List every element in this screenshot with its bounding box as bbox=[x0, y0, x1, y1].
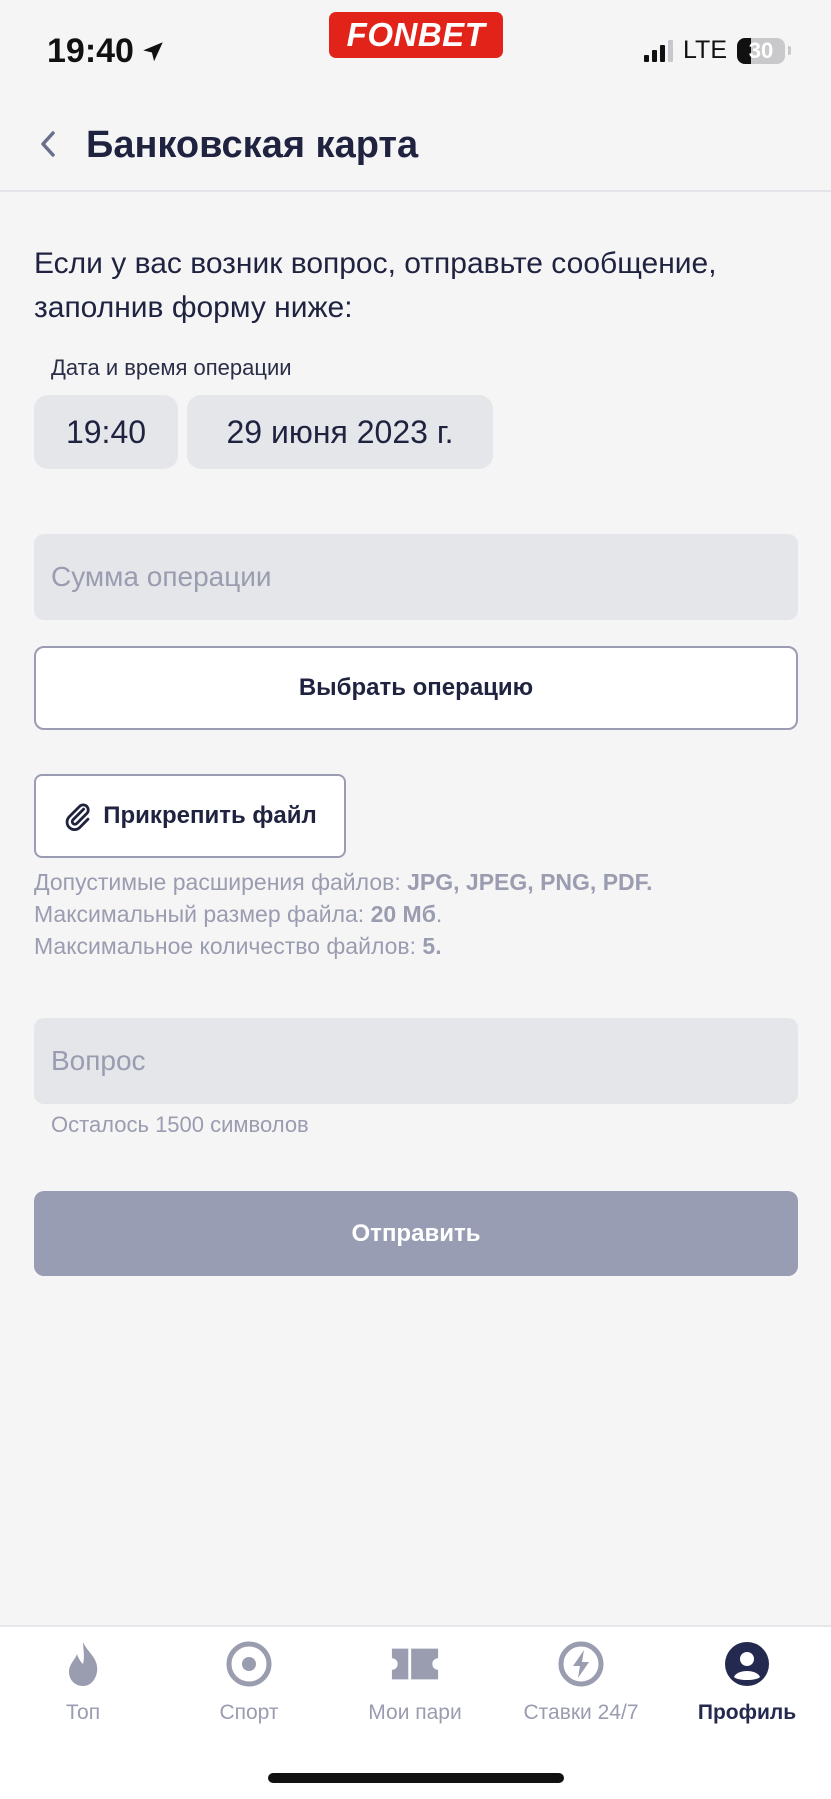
select-operation-button[interactable]: Выбрать операцию bbox=[34, 646, 798, 730]
page-title: Банковская карта bbox=[86, 124, 419, 166]
fonbet-logo: FONBET bbox=[329, 12, 503, 58]
chars-remaining: Осталось 1500 символов bbox=[51, 1112, 309, 1137]
status-bar: 19:40 FONBET LTE 30 bbox=[0, 0, 831, 100]
form-intro-text: Если у вас возник вопрос, отправьте сооб… bbox=[34, 247, 717, 324]
nav-item-bets-24-7[interactable]: Ставки 24/7 bbox=[498, 1639, 664, 1749]
flame-icon bbox=[58, 1639, 108, 1689]
chevron-left-icon bbox=[41, 131, 55, 157]
file-size-rule: Максимальный размер файла: 20 Мб. bbox=[34, 901, 443, 927]
network-type: LTE bbox=[683, 36, 727, 64]
attach-file-label: Прикрепить файл bbox=[103, 802, 317, 829]
nav-item-profile[interactable]: Профиль bbox=[664, 1639, 830, 1749]
file-extensions-rule: Допустимые расширения файлов: JPG, JPEG,… bbox=[34, 869, 653, 895]
status-indicators: LTE 30 bbox=[644, 36, 791, 65]
header: Банковская карта bbox=[0, 100, 831, 192]
location-arrow-icon bbox=[143, 41, 163, 61]
battery-icon: 30 bbox=[737, 37, 785, 64]
paperclip-icon bbox=[65, 803, 90, 831]
back-button[interactable] bbox=[28, 124, 68, 164]
nav-item-sport[interactable]: Спорт bbox=[166, 1639, 332, 1749]
file-count-rule: Максимальное количество файлов: 5. bbox=[34, 933, 442, 959]
target-icon bbox=[224, 1639, 274, 1689]
attach-file-button[interactable]: Прикрепить файл bbox=[34, 774, 346, 858]
screen: 19:40 FONBET LTE 30 Банковская карта Есл… bbox=[0, 0, 831, 1799]
question-input[interactable] bbox=[34, 1018, 798, 1104]
amount-input[interactable] bbox=[34, 534, 798, 620]
battery-tip bbox=[788, 46, 791, 55]
cellular-signal-icon bbox=[644, 39, 673, 62]
battery-level-text: 30 bbox=[748, 37, 774, 63]
clock-text: 19:40 bbox=[47, 32, 134, 70]
lightning-icon bbox=[556, 1639, 606, 1689]
nav-item-top[interactable]: Топ bbox=[0, 1639, 166, 1749]
profile-icon bbox=[722, 1639, 772, 1689]
file-rules: Допустимые расширения файлов: JPG, JPEG,… bbox=[34, 866, 653, 962]
submit-button[interactable]: Отправить bbox=[34, 1191, 798, 1276]
datetime-label: Дата и время операции bbox=[51, 355, 292, 380]
ticket-icon bbox=[390, 1639, 440, 1689]
nav-item-my-bets[interactable]: Мои пари bbox=[332, 1639, 498, 1749]
date-picker[interactable]: 29 июня 2023 г. bbox=[187, 395, 493, 469]
time-picker[interactable]: 19:40 bbox=[34, 395, 178, 469]
home-indicator bbox=[268, 1773, 564, 1783]
status-time: 19:40 bbox=[47, 32, 166, 71]
